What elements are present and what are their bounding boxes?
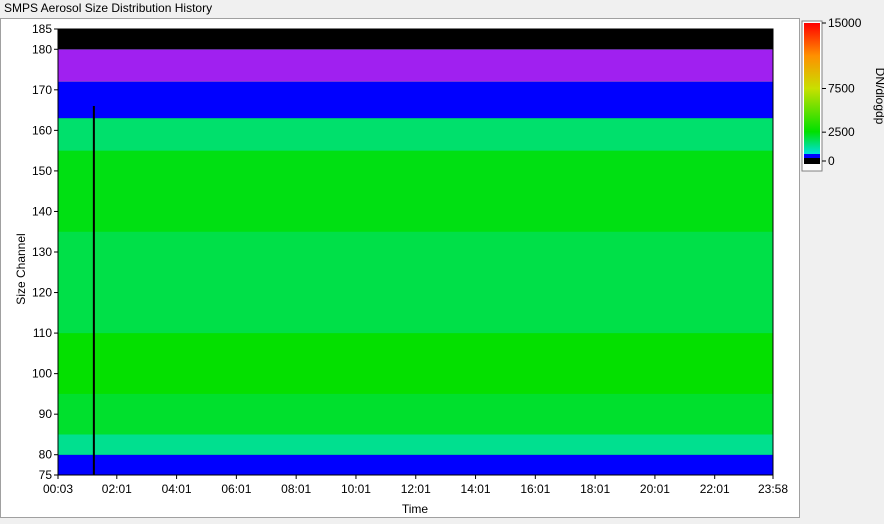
x-tick-label: 22:01 — [700, 482, 730, 496]
y-tick-label: 100 — [32, 367, 52, 381]
x-tick-label: 16:01 — [520, 482, 550, 496]
heatmap-band-1 — [58, 434, 773, 455]
heatmap-band-5 — [58, 150, 773, 232]
x-tick-label: 14:01 — [461, 482, 491, 496]
colorbar-tick-label: 0 — [828, 154, 835, 168]
y-tick-label: 90 — [39, 407, 53, 421]
heatmap-chart[interactable]: 75 80 90 100 110 120 130 140 150 160 170 180 185 00:… — [1, 19, 801, 519]
plot-area[interactable] — [57, 28, 774, 476]
colorbar-tick-label: 15000 — [828, 18, 862, 30]
x-tick-label: 20:01 — [640, 482, 670, 496]
chart-title: SMPS Aerosol Size Distribution History — [4, 1, 213, 15]
x-tick-label: 12:01 — [401, 482, 431, 496]
y-tick-label: 185 — [32, 22, 52, 36]
heatmap-band-2 — [58, 393, 773, 435]
x-tick-label: 00:03 — [43, 482, 73, 496]
x-axis-label: Time — [402, 502, 429, 516]
x-tick-label: 04:01 — [162, 482, 192, 496]
y-tick-label: 75 — [39, 468, 53, 482]
y-tick-label: 110 — [33, 326, 52, 340]
x-axis: 00:03 02:01 04:01 06:01 08:01 10:01 12:01 14:01… — [43, 475, 788, 496]
colorbar-tick-label: 7500 — [828, 82, 855, 96]
heatmap-band-6 — [58, 118, 773, 151]
y-axis: 75 80 90 100 110 120 130 140 150 160 170 180 185 — [32, 22, 58, 482]
chart-panel: 75 80 90 100 110 120 130 140 150 160 170 180 185 00:… — [0, 18, 800, 518]
x-tick-label: 02:01 — [102, 482, 132, 496]
x-tick-label: 23:58 — [758, 482, 788, 496]
y-tick-label: 80 — [39, 448, 53, 462]
heatmap-band-3 — [58, 333, 773, 394]
heatmap-band-8 — [58, 49, 773, 82]
colorbar-low-band — [804, 154, 820, 158]
y-tick-label: 180 — [32, 42, 52, 56]
x-tick-label: 10:01 — [341, 482, 371, 496]
y-tick-label: 130 — [32, 245, 52, 259]
colorbar-gradient — [804, 23, 820, 154]
colorbar: 0 2500 7500 15000 DN/dlogdp — [801, 18, 884, 172]
y-tick-label: 170 — [32, 83, 52, 97]
heatmap-band-9 — [58, 29, 773, 50]
colorbar-zero-band — [804, 158, 820, 164]
heatmap-band-4 — [58, 231, 773, 334]
x-tick-label: 08:01 — [281, 482, 311, 496]
y-tick-label: 140 — [32, 204, 52, 218]
colorbar-tick-label: 2500 — [828, 125, 855, 139]
x-tick-label: 06:01 — [221, 482, 251, 496]
x-tick-label: 18:01 — [580, 482, 610, 496]
heatmap-band-7 — [58, 81, 773, 119]
y-axis-label: Size Channel — [14, 233, 28, 304]
y-tick-label: 150 — [32, 164, 52, 178]
heatmap-band-0 — [58, 454, 773, 475]
y-tick-label: 120 — [32, 286, 52, 300]
y-tick-label: 160 — [32, 123, 52, 137]
colorbar-label: DN/dlogdp — [873, 68, 884, 125]
